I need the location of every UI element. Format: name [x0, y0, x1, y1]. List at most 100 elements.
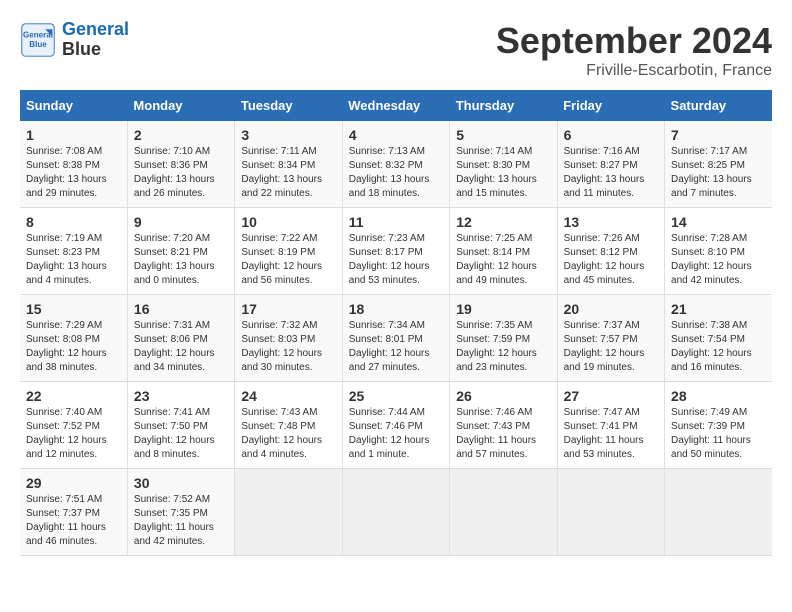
day-info: Sunrise: 7:25 AM Sunset: 8:14 PM Dayligh…: [456, 232, 550, 288]
location-subtitle: Friville-Escarbotin, France: [496, 62, 772, 80]
day-info: Sunrise: 7:22 AM Sunset: 8:19 PM Dayligh…: [241, 232, 335, 288]
day-number: 21: [671, 301, 766, 317]
day-number: 24: [241, 388, 335, 404]
day-info: Sunrise: 7:46 AM Sunset: 7:43 PM Dayligh…: [456, 406, 550, 462]
calendar-cell: 28 Sunrise: 7:49 AM Sunset: 7:39 PM Dayl…: [665, 382, 772, 469]
calendar-cell: 16 Sunrise: 7:31 AM Sunset: 8:06 PM Dayl…: [127, 295, 234, 382]
day-info: Sunrise: 7:34 AM Sunset: 8:01 PM Dayligh…: [349, 319, 443, 375]
month-title: September 2024: [496, 20, 772, 62]
day-number: 25: [349, 388, 443, 404]
day-number: 12: [456, 214, 550, 230]
day-info: Sunrise: 7:44 AM Sunset: 7:46 PM Dayligh…: [349, 406, 443, 462]
calendar-week-row: 15 Sunrise: 7:29 AM Sunset: 8:08 PM Dayl…: [20, 295, 772, 382]
calendar-cell: 19 Sunrise: 7:35 AM Sunset: 7:59 PM Dayl…: [450, 295, 557, 382]
svg-text:Blue: Blue: [29, 40, 47, 49]
header-friday: Friday: [557, 90, 664, 121]
day-number: 7: [671, 127, 766, 143]
day-number: 13: [564, 214, 658, 230]
day-number: 16: [134, 301, 228, 317]
day-info: Sunrise: 7:40 AM Sunset: 7:52 PM Dayligh…: [26, 406, 121, 462]
day-info: Sunrise: 7:43 AM Sunset: 7:48 PM Dayligh…: [241, 406, 335, 462]
day-info: Sunrise: 7:23 AM Sunset: 8:17 PM Dayligh…: [349, 232, 443, 288]
calendar-cell: 24 Sunrise: 7:43 AM Sunset: 7:48 PM Dayl…: [235, 382, 342, 469]
calendar-cell: 7 Sunrise: 7:17 AM Sunset: 8:25 PM Dayli…: [665, 121, 772, 208]
day-number: 6: [564, 127, 658, 143]
day-number: 8: [26, 214, 121, 230]
logo-text: GeneralBlue: [62, 20, 129, 60]
day-number: 29: [26, 475, 121, 491]
day-number: 14: [671, 214, 766, 230]
calendar-cell: 11 Sunrise: 7:23 AM Sunset: 8:17 PM Dayl…: [342, 208, 449, 295]
day-number: 5: [456, 127, 550, 143]
calendar-cell: 21 Sunrise: 7:38 AM Sunset: 7:54 PM Dayl…: [665, 295, 772, 382]
day-number: 9: [134, 214, 228, 230]
day-number: 26: [456, 388, 550, 404]
calendar-week-row: 8 Sunrise: 7:19 AM Sunset: 8:23 PM Dayli…: [20, 208, 772, 295]
calendar-cell: 12 Sunrise: 7:25 AM Sunset: 8:14 PM Dayl…: [450, 208, 557, 295]
header-sunday: Sunday: [20, 90, 127, 121]
day-info: Sunrise: 7:08 AM Sunset: 8:38 PM Dayligh…: [26, 145, 121, 201]
calendar-cell: [450, 469, 557, 556]
header-wednesday: Wednesday: [342, 90, 449, 121]
calendar-cell: 27 Sunrise: 7:47 AM Sunset: 7:41 PM Dayl…: [557, 382, 664, 469]
calendar-cell: 2 Sunrise: 7:10 AM Sunset: 8:36 PM Dayli…: [127, 121, 234, 208]
calendar-cell: [342, 469, 449, 556]
day-number: 28: [671, 388, 766, 404]
day-info: Sunrise: 7:13 AM Sunset: 8:32 PM Dayligh…: [349, 145, 443, 201]
day-info: Sunrise: 7:32 AM Sunset: 8:03 PM Dayligh…: [241, 319, 335, 375]
calendar-cell: 23 Sunrise: 7:41 AM Sunset: 7:50 PM Dayl…: [127, 382, 234, 469]
day-number: 4: [349, 127, 443, 143]
calendar-cell: 13 Sunrise: 7:26 AM Sunset: 8:12 PM Dayl…: [557, 208, 664, 295]
day-number: 30: [134, 475, 228, 491]
calendar-cell: [235, 469, 342, 556]
day-number: 11: [349, 214, 443, 230]
calendar-week-row: 29 Sunrise: 7:51 AM Sunset: 7:37 PM Dayl…: [20, 469, 772, 556]
calendar-week-row: 22 Sunrise: 7:40 AM Sunset: 7:52 PM Dayl…: [20, 382, 772, 469]
day-info: Sunrise: 7:52 AM Sunset: 7:35 PM Dayligh…: [134, 493, 228, 549]
day-info: Sunrise: 7:20 AM Sunset: 8:21 PM Dayligh…: [134, 232, 228, 288]
day-info: Sunrise: 7:35 AM Sunset: 7:59 PM Dayligh…: [456, 319, 550, 375]
calendar-cell: 18 Sunrise: 7:34 AM Sunset: 8:01 PM Dayl…: [342, 295, 449, 382]
calendar-cell: 8 Sunrise: 7:19 AM Sunset: 8:23 PM Dayli…: [20, 208, 127, 295]
day-number: 2: [134, 127, 228, 143]
header-saturday: Saturday: [665, 90, 772, 121]
day-info: Sunrise: 7:41 AM Sunset: 7:50 PM Dayligh…: [134, 406, 228, 462]
calendar-week-row: 1 Sunrise: 7:08 AM Sunset: 8:38 PM Dayli…: [20, 121, 772, 208]
day-number: 10: [241, 214, 335, 230]
calendar-cell: 9 Sunrise: 7:20 AM Sunset: 8:21 PM Dayli…: [127, 208, 234, 295]
header-thursday: Thursday: [450, 90, 557, 121]
calendar-cell: 29 Sunrise: 7:51 AM Sunset: 7:37 PM Dayl…: [20, 469, 127, 556]
calendar-cell: 3 Sunrise: 7:11 AM Sunset: 8:34 PM Dayli…: [235, 121, 342, 208]
calendar-cell: 5 Sunrise: 7:14 AM Sunset: 8:30 PM Dayli…: [450, 121, 557, 208]
title-block: September 2024 Friville-Escarbotin, Fran…: [496, 20, 772, 80]
day-number: 23: [134, 388, 228, 404]
day-info: Sunrise: 7:11 AM Sunset: 8:34 PM Dayligh…: [241, 145, 335, 201]
day-info: Sunrise: 7:31 AM Sunset: 8:06 PM Dayligh…: [134, 319, 228, 375]
header-tuesday: Tuesday: [235, 90, 342, 121]
calendar-header-row: Sunday Monday Tuesday Wednesday Thursday…: [20, 90, 772, 121]
calendar-cell: 17 Sunrise: 7:32 AM Sunset: 8:03 PM Dayl…: [235, 295, 342, 382]
day-number: 1: [26, 127, 121, 143]
day-info: Sunrise: 7:16 AM Sunset: 8:27 PM Dayligh…: [564, 145, 658, 201]
calendar-table: Sunday Monday Tuesday Wednesday Thursday…: [20, 90, 772, 556]
day-info: Sunrise: 7:51 AM Sunset: 7:37 PM Dayligh…: [26, 493, 121, 549]
day-info: Sunrise: 7:26 AM Sunset: 8:12 PM Dayligh…: [564, 232, 658, 288]
calendar-cell: [557, 469, 664, 556]
day-number: 3: [241, 127, 335, 143]
calendar-cell: 26 Sunrise: 7:46 AM Sunset: 7:43 PM Dayl…: [450, 382, 557, 469]
calendar-cell: 10 Sunrise: 7:22 AM Sunset: 8:19 PM Dayl…: [235, 208, 342, 295]
day-number: 17: [241, 301, 335, 317]
day-info: Sunrise: 7:47 AM Sunset: 7:41 PM Dayligh…: [564, 406, 658, 462]
day-number: 18: [349, 301, 443, 317]
day-info: Sunrise: 7:38 AM Sunset: 7:54 PM Dayligh…: [671, 319, 766, 375]
day-number: 22: [26, 388, 121, 404]
day-number: 20: [564, 301, 658, 317]
day-info: Sunrise: 7:28 AM Sunset: 8:10 PM Dayligh…: [671, 232, 766, 288]
logo-icon: General Blue: [20, 22, 56, 58]
day-info: Sunrise: 7:29 AM Sunset: 8:08 PM Dayligh…: [26, 319, 121, 375]
day-number: 27: [564, 388, 658, 404]
logo: General Blue GeneralBlue: [20, 20, 129, 60]
calendar-cell: 22 Sunrise: 7:40 AM Sunset: 7:52 PM Dayl…: [20, 382, 127, 469]
header-monday: Monday: [127, 90, 234, 121]
calendar-cell: 20 Sunrise: 7:37 AM Sunset: 7:57 PM Dayl…: [557, 295, 664, 382]
